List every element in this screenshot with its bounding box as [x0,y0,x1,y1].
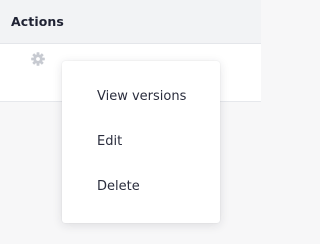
menu-item-edit[interactable]: Edit [62,126,220,158]
table-header: Actions [0,0,261,44]
menu-item-delete[interactable]: Delete [62,171,220,203]
menu-item-label: View versions [97,89,187,104]
menu-item-label: Delete [97,179,140,194]
menu-item-label: Edit [97,134,123,149]
actions-dropdown-menu: View versions Edit Delete [62,61,220,223]
column-header-actions: Actions [11,14,64,29]
menu-item-view-versions[interactable]: View versions [62,81,220,113]
gear-icon[interactable] [30,51,46,67]
